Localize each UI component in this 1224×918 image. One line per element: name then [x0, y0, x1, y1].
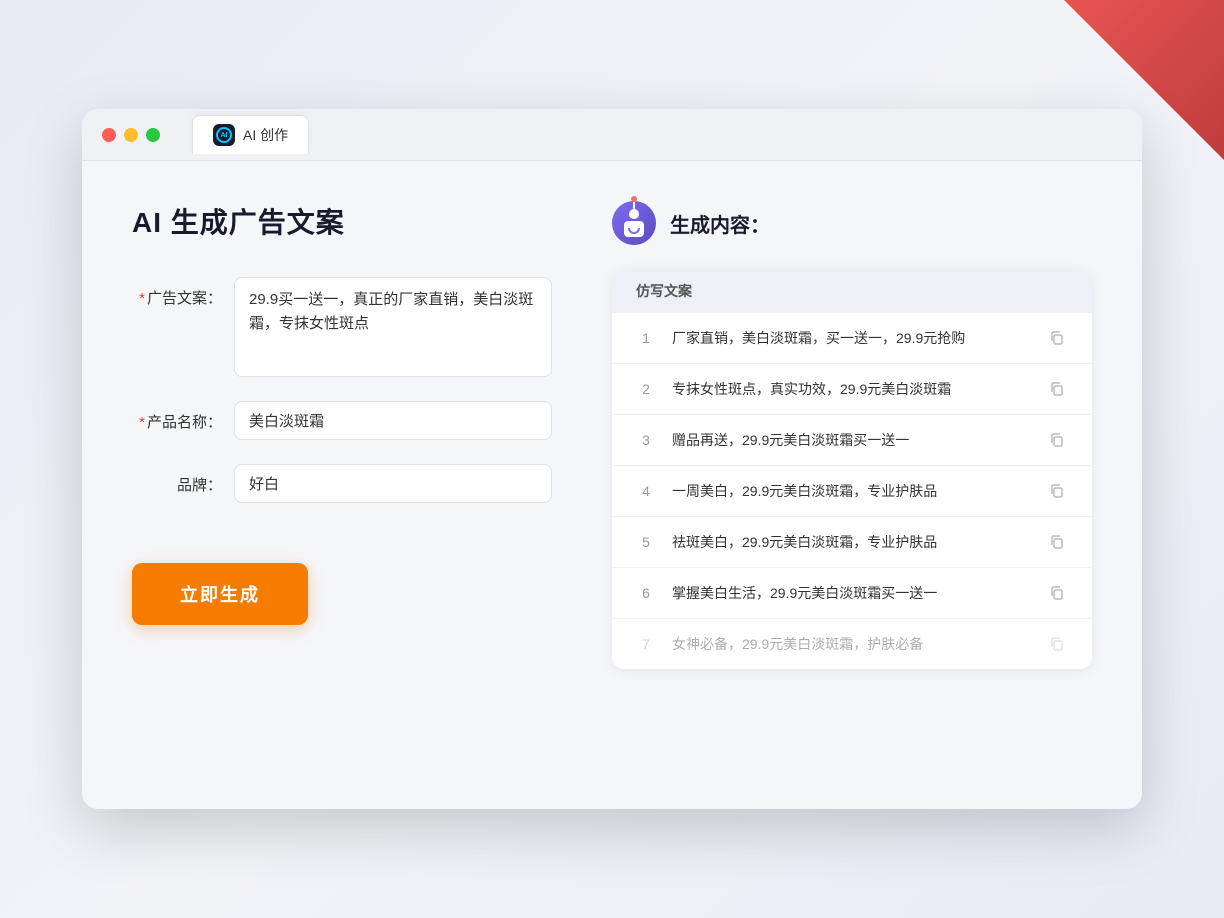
copy-icon[interactable]	[1046, 378, 1068, 400]
result-number: 7	[636, 636, 656, 652]
browser-window: AI 创作 AI 生成广告文案 *广告文案： *产品名称：	[82, 109, 1142, 809]
submit-button[interactable]: 立即生成	[132, 563, 308, 625]
product-name-input[interactable]	[234, 401, 552, 440]
result-number: 4	[636, 483, 656, 499]
result-item: 2 专抹女性斑点，真实功效，29.9元美白淡斑霜	[612, 364, 1092, 415]
antenna	[633, 201, 635, 209]
close-button[interactable]	[102, 128, 116, 142]
required-star-1: *	[139, 290, 145, 307]
ad-copy-label: *广告文案：	[132, 277, 222, 308]
copy-icon[interactable]	[1046, 633, 1068, 655]
results-container: 仿写文案 1 厂家直销，美白淡斑霜，买一送一，29.9元抢购 2 专抹女性斑点，真实…	[612, 269, 1092, 669]
brand-label: 品牌：	[132, 464, 222, 495]
traffic-lights	[102, 128, 160, 142]
ai-tab-icon	[213, 124, 235, 146]
main-content: AI 生成广告文案 *广告文案： *产品名称： 品牌： 立	[82, 161, 1142, 709]
robot-eye-left	[628, 215, 632, 219]
tab-ai-creation[interactable]: AI 创作	[192, 115, 309, 154]
result-text: 一周美白，29.9元美白淡斑霜，专业护肤品	[672, 481, 1030, 502]
result-text: 厂家直销，美白淡斑霜，买一送一，29.9元抢购	[672, 328, 1030, 349]
product-name-label: *产品名称：	[132, 401, 222, 432]
result-item: 3 赠品再送，29.9元美白淡斑霜买一送一	[612, 415, 1092, 466]
result-item: 5 祛斑美白，29.9元美白淡斑霜，专业护肤品	[612, 517, 1092, 568]
brand-input[interactable]	[234, 464, 552, 503]
copy-icon[interactable]	[1046, 531, 1068, 553]
robot-eye-right	[636, 215, 640, 219]
result-text: 女神必备，29.9元美白淡斑霜，护肤必备	[672, 634, 1030, 655]
results-table-header: 仿写文案	[612, 269, 1092, 313]
result-text: 赠品再送，29.9元美白淡斑霜买一送一	[672, 430, 1030, 451]
result-number: 1	[636, 330, 656, 346]
result-number: 5	[636, 534, 656, 550]
right-panel: 生成内容： 仿写文案 1 厂家直销，美白淡斑霜，买一送一，29.9元抢购 2 专抹女…	[612, 201, 1092, 669]
result-text: 祛斑美白，29.9元美白淡斑霜，专业护肤品	[672, 532, 1030, 553]
tab-label: AI 创作	[243, 125, 288, 145]
results-title: 生成内容：	[670, 209, 770, 238]
results-list: 1 厂家直销，美白淡斑霜，买一送一，29.9元抢购 2 专抹女性斑点，真实功效，29…	[612, 313, 1092, 669]
title-bar: AI 创作	[82, 109, 1142, 161]
ad-copy-label-text: 广告文案：	[147, 290, 222, 307]
result-number: 6	[636, 585, 656, 601]
result-text: 掌握美白生活，29.9元美白淡斑霜买一送一	[672, 583, 1030, 604]
result-text: 专抹女性斑点，真实功效，29.9元美白淡斑霜	[672, 379, 1030, 400]
required-star-2: *	[139, 414, 145, 431]
robot-icon	[612, 201, 656, 245]
result-item: 7 女神必备，29.9元美白淡斑霜，护肤必备	[612, 619, 1092, 669]
result-item: 6 掌握美白生活，29.9元美白淡斑霜买一送一	[612, 568, 1092, 619]
copy-icon[interactable]	[1046, 480, 1068, 502]
copy-icon[interactable]	[1046, 429, 1068, 451]
result-item: 1 厂家直销，美白淡斑霜，买一送一，29.9元抢购	[612, 313, 1092, 364]
product-name-label-text: 产品名称：	[147, 414, 222, 431]
brand-group: 品牌：	[132, 464, 552, 503]
result-item: 4 一周美白，29.9元美白淡斑霜，专业护肤品	[612, 466, 1092, 517]
ad-copy-input[interactable]	[234, 277, 552, 377]
result-number: 3	[636, 432, 656, 448]
ad-copy-group: *广告文案：	[132, 277, 552, 377]
robot-eyes	[628, 215, 640, 219]
copy-icon[interactable]	[1046, 582, 1068, 604]
minimize-button[interactable]	[124, 128, 138, 142]
robot-smile	[628, 228, 640, 234]
maximize-button[interactable]	[146, 128, 160, 142]
copy-icon[interactable]	[1046, 327, 1068, 349]
left-panel: AI 生成广告文案 *广告文案： *产品名称： 品牌： 立	[132, 201, 552, 669]
result-number: 2	[636, 381, 656, 397]
product-name-group: *产品名称：	[132, 401, 552, 440]
results-header-row: 生成内容：	[612, 201, 1092, 245]
page-title: AI 生成广告文案	[132, 201, 552, 241]
